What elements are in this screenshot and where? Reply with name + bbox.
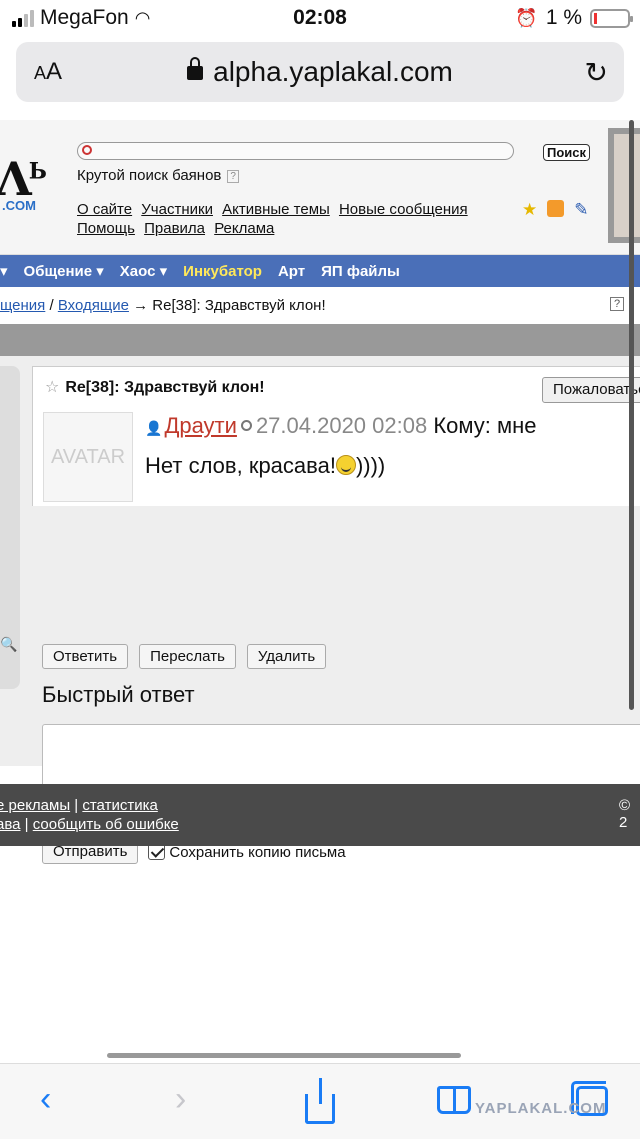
main-nav: ▾ Общение ▾ Хаос ▾ Инкубатор Арт ЯП файл…	[0, 255, 640, 287]
quick-reply-title: Быстрый ответ	[42, 682, 195, 707]
report-button[interactable]: Пожаловаться	[542, 377, 640, 403]
search-input[interactable]	[77, 142, 514, 160]
link-members[interactable]: Участники	[141, 201, 213, 218]
page-scrollbar[interactable]	[629, 120, 634, 710]
reload-icon[interactable]: ↻	[585, 56, 608, 89]
search-icon[interactable]: 🔍	[0, 636, 17, 653]
avatar: AVATAR	[43, 412, 133, 502]
forward-icon[interactable]: ›	[175, 1080, 186, 1119]
home-indicator[interactable]	[107, 1053, 461, 1058]
breadcrumb-inbox[interactable]: Входящие	[58, 297, 129, 314]
search-caption: Крутой поиск баянов?	[77, 167, 239, 184]
site-header: ΛЬ .COM Поиск Крутой поиск баянов? О сай…	[0, 120, 640, 255]
address-bar[interactable]: AA alpha.yaplakal.com ↻	[16, 42, 624, 102]
lock-icon	[187, 57, 204, 80]
nav-item-partial[interactable]: ▾	[0, 262, 8, 280]
banner-image[interactable]	[608, 128, 640, 243]
breadcrumb-current: Re[38]: Здравствуй клон!	[152, 297, 326, 314]
nav-item-khaos[interactable]: Хаос ▾	[120, 262, 167, 280]
alarm-icon: ⏰	[515, 7, 538, 28]
footer-link-report-error[interactable]: сообщить об ошибке	[33, 816, 179, 833]
message-card: ☆Re[38]: Здравствуй клон! Пожаловаться A…	[32, 366, 640, 506]
web-page: ΛЬ .COM Поиск Крутой поиск баянов? О сай…	[0, 120, 640, 1070]
breadcrumb-messages[interactable]: щения	[0, 297, 45, 314]
header-links: О сайте Участники Активные темы Новые со…	[77, 200, 473, 238]
star-outline-icon[interactable]: ☆	[45, 379, 59, 396]
share-icon[interactable]	[305, 1078, 335, 1124]
nav-item-art[interactable]: Арт	[278, 263, 305, 280]
link-ads[interactable]: Реклама	[214, 220, 274, 237]
nav-item-inkubator[interactable]: Инкубатор	[183, 263, 262, 280]
nav-item-obshchenie[interactable]: Общение ▾	[24, 262, 104, 280]
message-body: Нет слов, красава!))))	[145, 453, 386, 478]
footer-copyright: © 2	[619, 797, 631, 831]
browser-toolbar: ‹ › YAPLAKAL.COM	[0, 1063, 640, 1139]
breadcrumb: щения / Входящие → Re[38]: Здравствуй кл…	[0, 288, 640, 324]
pencil-icon[interactable]: ✎	[574, 200, 588, 220]
url-field[interactable]: alpha.yaplakal.com	[16, 56, 624, 88]
delete-button[interactable]: Удалить	[246, 644, 327, 669]
help-icon[interactable]: ?	[610, 297, 625, 311]
link-help[interactable]: Помощь	[77, 220, 135, 237]
message-title: ☆ Re[38]: Здравствуй клон!	[45, 379, 265, 396]
star-icon[interactable]: ★	[522, 200, 537, 220]
link-active-topics[interactable]: Активные темы	[222, 201, 330, 218]
message-date: 27.04.2020 02:08	[255, 413, 428, 438]
link-new-messages[interactable]: Новые сообщения	[339, 201, 468, 218]
site-logo-domain: .COM	[2, 198, 36, 213]
search-icon	[82, 145, 92, 155]
help-icon[interactable]: ?	[227, 170, 239, 183]
url-text: alpha.yaplakal.com	[213, 56, 453, 87]
footer-link-stats[interactable]: статистика	[82, 797, 157, 814]
link-about[interactable]: О сайте	[77, 201, 132, 218]
save-copy-label: Сохранить копию письма	[169, 843, 346, 861]
bookmarks-icon[interactable]	[437, 1086, 471, 1114]
message-meta: 👤Драути 27.04.2020 02:08 Кому: мне	[145, 413, 537, 439]
battery-percent: 1 %	[545, 6, 582, 29]
battery-icon	[590, 8, 633, 28]
message-area: 🔍 ☆Re[38]: Здравствуй клон! Пожаловаться…	[0, 356, 640, 864]
reply-button[interactable]: Ответить	[42, 644, 129, 669]
forward-button[interactable]: Переслать	[139, 644, 236, 669]
watermark: YAPLAKAL.COM	[475, 1100, 607, 1117]
nav-item-files[interactable]: ЯП файлы	[321, 263, 400, 280]
status-bar: MegaFon ◠ 02:08 ⏰ 1 %	[0, 0, 640, 36]
recipient: Кому: мне	[433, 413, 537, 438]
rss-icon[interactable]	[547, 200, 565, 217]
site-footer: е рекламы | статистика ава | сообщить об…	[0, 784, 640, 846]
section-bar	[0, 324, 640, 356]
footer-link-ads[interactable]: е рекламы	[0, 797, 70, 814]
user-icon: 👤	[145, 420, 163, 436]
link-rules[interactable]: Правила	[144, 220, 205, 237]
clock-icon	[240, 420, 252, 431]
left-panel: 🔍	[0, 366, 20, 689]
back-icon[interactable]: ‹	[40, 1080, 51, 1119]
author-link[interactable]: Драути	[164, 413, 237, 438]
search-button[interactable]: Поиск	[543, 144, 591, 161]
smiley-icon	[335, 455, 356, 475]
footer-link-partial[interactable]: ава	[0, 816, 21, 833]
